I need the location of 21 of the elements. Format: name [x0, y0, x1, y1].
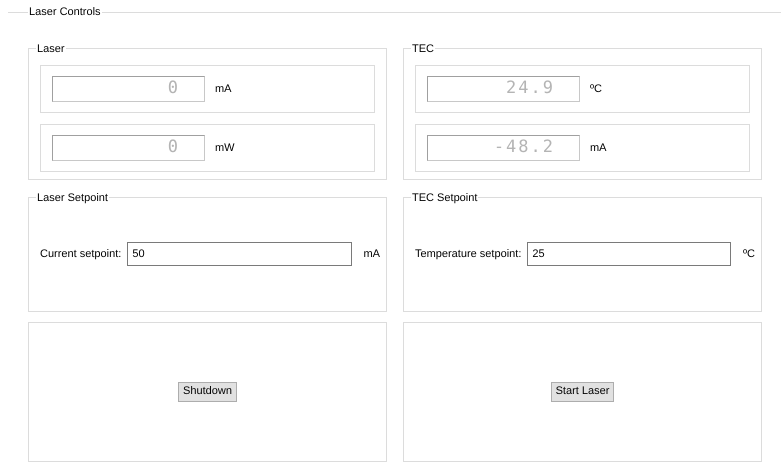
unit-label: mA	[590, 140, 606, 156]
panel-title: TEC	[411, 42, 435, 56]
unit-label: ºC	[743, 247, 755, 262]
unit-label: mA	[215, 82, 232, 97]
panel-title: TEC Setpoint	[411, 190, 478, 206]
lcd-display: 0	[52, 135, 205, 161]
lcd-display: -48.2	[427, 135, 580, 161]
lcd-display: 24.9	[427, 76, 580, 102]
panel-title: Laser	[36, 42, 66, 56]
panel-title: Laser Setpoint	[36, 190, 109, 206]
lcd-display: 0	[52, 76, 205, 102]
field-label: Temperature setpoint:	[415, 247, 522, 262]
unit-label: mA	[364, 247, 380, 262]
setpoint-field[interactable]: 25	[527, 242, 732, 266]
group-title: Laser Controls	[28, 5, 102, 20]
field-label: Current setpoint:	[40, 247, 122, 262]
action-button[interactable]: Start Laser	[550, 382, 614, 402]
action-button[interactable]: Shutdown	[178, 382, 237, 402]
unit-label: mW	[215, 140, 235, 156]
unit-label: ºC	[590, 82, 602, 97]
setpoint-field[interactable]: 50	[127, 242, 352, 266]
